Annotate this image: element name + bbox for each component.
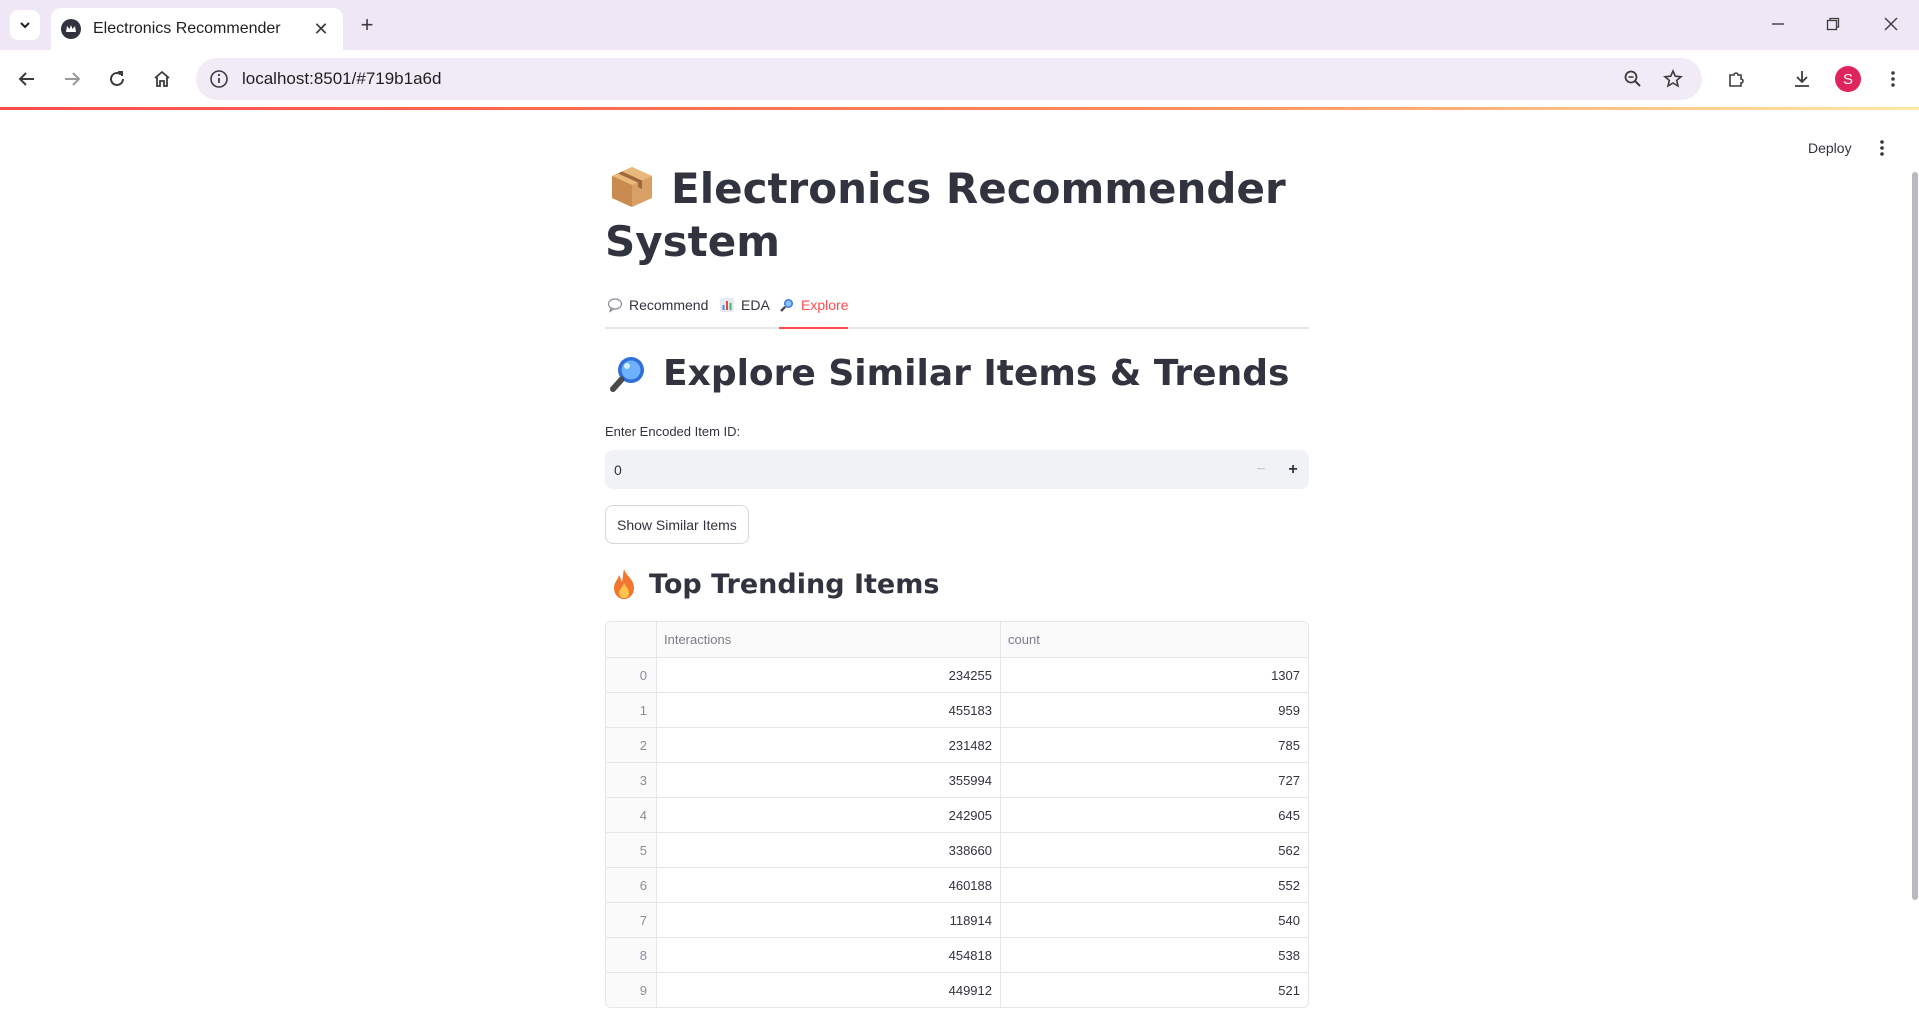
row-index-cell[interactable]: 1 bbox=[606, 693, 657, 727]
home-icon[interactable] bbox=[145, 62, 179, 96]
interactions-cell[interactable]: 118914 bbox=[657, 903, 1001, 937]
browser-menu-icon[interactable] bbox=[1876, 62, 1910, 96]
interactions-cell[interactable]: 231482 bbox=[657, 728, 1001, 762]
index-header bbox=[606, 622, 657, 657]
restore-icon[interactable] bbox=[1813, 8, 1853, 40]
count-cell[interactable]: 540 bbox=[1001, 903, 1308, 937]
tab-explore[interactable]: Explore bbox=[779, 297, 849, 329]
page-title-text: Electronics Recommender System bbox=[605, 164, 1286, 266]
interactions-cell[interactable]: 234255 bbox=[657, 658, 1001, 692]
row-index-cell[interactable]: 7 bbox=[606, 903, 657, 937]
count-cell[interactable]: 552 bbox=[1001, 868, 1308, 902]
interactions-cell[interactable]: 242905 bbox=[657, 798, 1001, 832]
tab-title: Electronics Recommender bbox=[93, 20, 281, 37]
item-id-number-input: 0 − + bbox=[605, 450, 1309, 489]
count-cell[interactable]: 562 bbox=[1001, 833, 1308, 867]
column-header-count[interactable]: count bbox=[1001, 622, 1308, 657]
table-row: 7 118914 540 bbox=[606, 902, 1308, 937]
close-window-icon[interactable] bbox=[1871, 8, 1911, 40]
trending-title: Top Trending Items bbox=[605, 568, 939, 600]
back-icon[interactable] bbox=[10, 62, 44, 96]
count-cell[interactable]: 538 bbox=[1001, 938, 1308, 972]
row-index-cell[interactable]: 2 bbox=[606, 728, 657, 762]
column-header-interactions[interactable]: Interactions bbox=[657, 622, 1001, 657]
tab-search-dropdown-icon[interactable] bbox=[10, 10, 40, 40]
new-tab-icon[interactable]: + bbox=[352, 10, 382, 40]
forward-icon[interactable] bbox=[55, 62, 89, 96]
tab-list: Recommend EDA Explore bbox=[605, 285, 1309, 329]
bookmark-star-icon[interactable] bbox=[1656, 62, 1690, 96]
tab-eda[interactable]: EDA bbox=[719, 297, 770, 329]
section-title-text: Explore Similar Items & Trends bbox=[663, 353, 1290, 394]
row-index-cell[interactable]: 6 bbox=[606, 868, 657, 902]
interactions-cell[interactable]: 455183 bbox=[657, 693, 1001, 727]
table-row: 4 242905 645 bbox=[606, 797, 1308, 832]
deploy-button[interactable]: Deploy bbox=[1798, 134, 1862, 162]
streamlit-app: Deploy Electronics Recommender System Re… bbox=[0, 110, 1919, 1013]
table-row: 6 460188 552 bbox=[606, 867, 1308, 902]
item-id-field[interactable]: 0 bbox=[614, 462, 1245, 478]
close-tab-icon[interactable]: ✕ bbox=[309, 17, 333, 41]
package-icon bbox=[612, 167, 652, 207]
section-title: Explore Similar Items & Trends bbox=[605, 353, 1289, 394]
row-index-cell[interactable]: 9 bbox=[606, 973, 657, 1007]
table-row: 2 231482 785 bbox=[606, 727, 1308, 762]
show-similar-items-button[interactable]: Show Similar Items bbox=[605, 505, 749, 544]
count-cell[interactable]: 645 bbox=[1001, 798, 1308, 832]
downloads-icon[interactable] bbox=[1785, 62, 1819, 96]
browser-toolbar: localhost:8501/#719b1a6d bbox=[0, 50, 1919, 108]
count-cell[interactable]: 785 bbox=[1001, 728, 1308, 762]
profile-avatar[interactable]: S bbox=[1835, 66, 1861, 92]
table-row: 1 455183 959 bbox=[606, 692, 1308, 727]
trending-table: Interactions count 0 234255 1307 1 455183 959… bbox=[605, 621, 1309, 1008]
table-row: 0 234255 1307 bbox=[606, 657, 1308, 692]
tab-explore-label: Explore bbox=[801, 297, 849, 313]
row-index-cell[interactable]: 5 bbox=[606, 833, 657, 867]
table-row: 3 355994 727 bbox=[606, 762, 1308, 797]
interactions-cell[interactable]: 454818 bbox=[657, 938, 1001, 972]
reload-icon[interactable] bbox=[100, 62, 134, 96]
tab-eda-label: EDA bbox=[741, 297, 770, 313]
site-info-icon[interactable] bbox=[208, 68, 230, 90]
zoom-icon[interactable] bbox=[1616, 62, 1650, 96]
url-text: localhost:8501/#719b1a6d bbox=[242, 69, 442, 88]
fire-icon bbox=[614, 569, 634, 599]
minimize-icon[interactable] bbox=[1758, 8, 1798, 40]
page-title: Electronics Recommender System bbox=[605, 162, 1309, 268]
table-row: 8 454818 538 bbox=[606, 937, 1308, 972]
interactions-cell[interactable]: 338660 bbox=[657, 833, 1001, 867]
table-row: 5 338660 562 bbox=[606, 832, 1308, 867]
count-cell[interactable]: 1307 bbox=[1001, 658, 1308, 692]
extensions-icon[interactable] bbox=[1719, 62, 1753, 96]
table-header-row: Interactions count bbox=[606, 622, 1308, 657]
count-cell[interactable]: 727 bbox=[1001, 763, 1308, 797]
increment-icon[interactable]: + bbox=[1277, 450, 1309, 489]
magnifier-icon bbox=[780, 299, 793, 312]
interactions-cell[interactable]: 355994 bbox=[657, 763, 1001, 797]
browser-tab-bar: Electronics Recommender ✕ + bbox=[0, 0, 1919, 50]
scrollbar[interactable] bbox=[1912, 172, 1918, 900]
browser-tab[interactable]: Electronics Recommender ✕ bbox=[51, 8, 343, 50]
count-cell[interactable]: 521 bbox=[1001, 973, 1308, 1007]
interactions-cell[interactable]: 460188 bbox=[657, 868, 1001, 902]
row-index-cell[interactable]: 3 bbox=[606, 763, 657, 797]
speech-bubble-icon bbox=[607, 298, 623, 313]
item-id-label: Enter Encoded Item ID: bbox=[605, 424, 741, 439]
table-row: 9 449912 521 bbox=[606, 972, 1308, 1007]
streamlit-favicon-icon bbox=[61, 19, 81, 39]
row-index-cell[interactable]: 0 bbox=[606, 658, 657, 692]
row-index-cell[interactable]: 4 bbox=[606, 798, 657, 832]
bar-chart-icon bbox=[720, 298, 734, 312]
trending-title-text: Top Trending Items bbox=[649, 568, 940, 600]
address-bar[interactable]: localhost:8501/#719b1a6d bbox=[196, 58, 1702, 100]
count-cell[interactable]: 959 bbox=[1001, 693, 1308, 727]
interactions-cell[interactable]: 449912 bbox=[657, 973, 1001, 1007]
tab-recommend-label: Recommend bbox=[629, 297, 709, 313]
magnifier-icon bbox=[610, 356, 644, 392]
row-index-cell[interactable]: 8 bbox=[606, 938, 657, 972]
tab-recommend[interactable]: Recommend bbox=[607, 297, 708, 329]
app-menu-icon[interactable] bbox=[1870, 136, 1894, 160]
decrement-icon[interactable]: − bbox=[1245, 450, 1277, 489]
